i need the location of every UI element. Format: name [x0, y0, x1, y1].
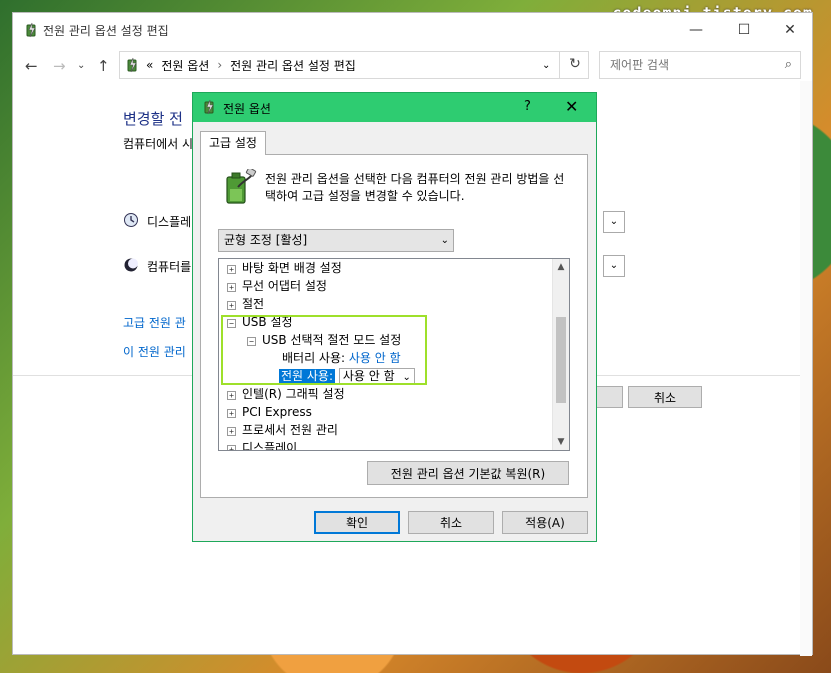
tree-item-desktop-background[interactable]: + 바탕 화면 배경 설정 [227, 260, 342, 277]
tree-item-usb-selective-suspend[interactable]: − USB 선택적 절전 모드 설정 [247, 332, 401, 349]
power-options-icon [26, 22, 36, 38]
chevron-down-icon: ⌄ [402, 372, 411, 383]
address-row: ← → ⌄ ↑ « 전원 옵션 › 전원 관리 옵션 설정 편집 ⌄ ↻ ⌕ [13, 49, 812, 81]
recent-pages-chevron-icon[interactable]: ⌄ [77, 60, 85, 71]
dialog-description: 전원 관리 옵션을 선택한 다음 컴퓨터의 전원 관리 방법을 선택하여 고급 … [265, 172, 565, 203]
advanced-settings-link[interactable]: 고급 전원 관 [123, 314, 186, 331]
address-bar[interactable]: « 전원 옵션 › 전원 관리 옵션 설정 편집 ⌄ [119, 51, 589, 79]
window-scrollbar[interactable] [800, 81, 812, 656]
collapse-icon[interactable]: − [227, 319, 236, 328]
chevron-down-icon: ⌄ [440, 235, 449, 246]
scroll-up-icon[interactable]: ▲ [553, 259, 569, 275]
page-heading: 변경할 전 [123, 110, 183, 128]
breadcrumb-power-options[interactable]: 전원 옵션 [161, 57, 209, 74]
tree-item-usb-settings[interactable]: − USB 설정 [227, 314, 293, 331]
close-button[interactable]: ✕ [767, 17, 813, 43]
scroll-down-icon[interactable]: ▼ [553, 434, 569, 450]
title-bar: 전원 관리 옵션 설정 편집 — ☐ ✕ [13, 13, 812, 47]
settings-tree: + 바탕 화면 배경 설정 + 무선 어댑터 설정 + 절전 − USB 설정 − USB… [218, 258, 570, 451]
tree-item-display[interactable]: + 디스플레이 [227, 440, 297, 450]
sleep-setting-label: 컴퓨터를 [147, 260, 192, 274]
battery-plug-icon [226, 169, 257, 204]
up-arrow-icon[interactable]: ↑ [97, 57, 110, 75]
tree-item-on-battery[interactable]: 배터리 사용: 사용 안 함 [282, 350, 401, 367]
page-subtext: 컴퓨터에서 시 [123, 137, 194, 151]
apply-button[interactable]: 적용(A) [502, 511, 588, 534]
display-setting-dropdown[interactable]: ⌄ [603, 211, 625, 233]
tree-item-plugged-in[interactable]: 전원 사용: 사용 안 함 ⌄ [279, 368, 415, 385]
dialog-cancel-button[interactable]: 취소 [408, 511, 494, 534]
tree-item-sleep[interactable]: + 절전 [227, 296, 264, 313]
power-options-icon [204, 99, 214, 115]
plugged-in-label: 전원 사용: [279, 369, 336, 383]
restore-defaults-button[interactable]: 전원 관리 옵션 기본값 복원(R) [367, 461, 569, 485]
back-arrow-icon[interactable]: ← [25, 57, 38, 75]
power-options-icon [127, 57, 137, 73]
window-title: 전원 관리 옵션 설정 편집 [43, 24, 169, 38]
breadcrumb-separator-icon: › [217, 58, 223, 72]
expand-icon[interactable]: + [227, 391, 236, 400]
expand-icon[interactable]: + [227, 445, 236, 450]
search-input[interactable] [608, 53, 778, 77]
on-battery-value[interactable]: 사용 안 함 [349, 351, 401, 365]
tree-scrollbar[interactable]: ▲ ▼ [552, 259, 569, 450]
power-plan-dropdown[interactable]: 균형 조정 [활성] ⌄ [218, 229, 454, 252]
expand-icon[interactable]: + [227, 265, 236, 274]
sleep-setting-dropdown[interactable]: ⌄ [603, 255, 625, 277]
expand-icon[interactable]: + [227, 301, 236, 310]
dialog-title: 전원 옵션 [223, 102, 271, 116]
breadcrumb-edit-plan-settings[interactable]: 전원 관리 옵션 설정 편집 [230, 57, 356, 74]
expand-icon[interactable]: + [227, 427, 236, 436]
dialog-title-bar: 전원 옵션 ? ✕ [193, 93, 596, 122]
minimize-button[interactable]: — [673, 17, 719, 43]
maximize-button[interactable]: ☐ [721, 17, 767, 43]
refresh-icon[interactable]: ↻ [559, 51, 590, 79]
address-dropdown-icon[interactable]: ⌄ [542, 60, 550, 71]
plugged-in-value-dropdown[interactable]: 사용 안 함 ⌄ [338, 368, 415, 385]
power-options-dialog: 전원 옵션 ? ✕ 고급 설정 전원 관리 옵션을 선택한 다음 컴퓨터의 전원… [192, 92, 597, 542]
collapse-icon[interactable]: − [247, 337, 256, 346]
tab-advanced-settings[interactable]: 고급 설정 [200, 131, 266, 155]
ok-button[interactable]: 확인 [314, 511, 400, 534]
tree-item-wireless-adapter[interactable]: + 무선 어댑터 설정 [227, 278, 327, 295]
forward-arrow-icon[interactable]: → [53, 57, 66, 75]
sleep-moon-icon [124, 258, 138, 272]
dialog-close-icon[interactable]: ✕ [565, 97, 578, 116]
expand-icon[interactable]: + [227, 283, 236, 292]
advanced-settings-panel: 전원 관리 옵션을 선택한 다음 컴퓨터의 전원 관리 방법을 선택하여 고급 … [200, 154, 588, 498]
tree-item-pci-express[interactable]: + PCI Express [227, 404, 312, 421]
expand-icon[interactable]: + [227, 409, 236, 418]
help-icon[interactable]: ? [524, 99, 531, 114]
search-box: ⌕ [599, 51, 801, 79]
scroll-thumb[interactable] [556, 317, 566, 403]
breadcrumb-overflow-icon[interactable]: « [146, 58, 153, 72]
search-icon[interactable]: ⌕ [785, 57, 792, 72]
power-plan-value: 균형 조정 [활성] [224, 233, 308, 247]
restore-plan-link[interactable]: 이 전원 관리 [123, 343, 186, 360]
tree-item-intel-graphics[interactable]: + 인텔(R) 그래픽 설정 [227, 386, 345, 403]
cancel-button[interactable]: 취소 [628, 386, 702, 408]
on-battery-label: 배터리 사용: [282, 351, 346, 365]
tree-item-processor-power[interactable]: + 프로세서 전원 관리 [227, 422, 338, 439]
display-clock-icon [124, 213, 138, 227]
